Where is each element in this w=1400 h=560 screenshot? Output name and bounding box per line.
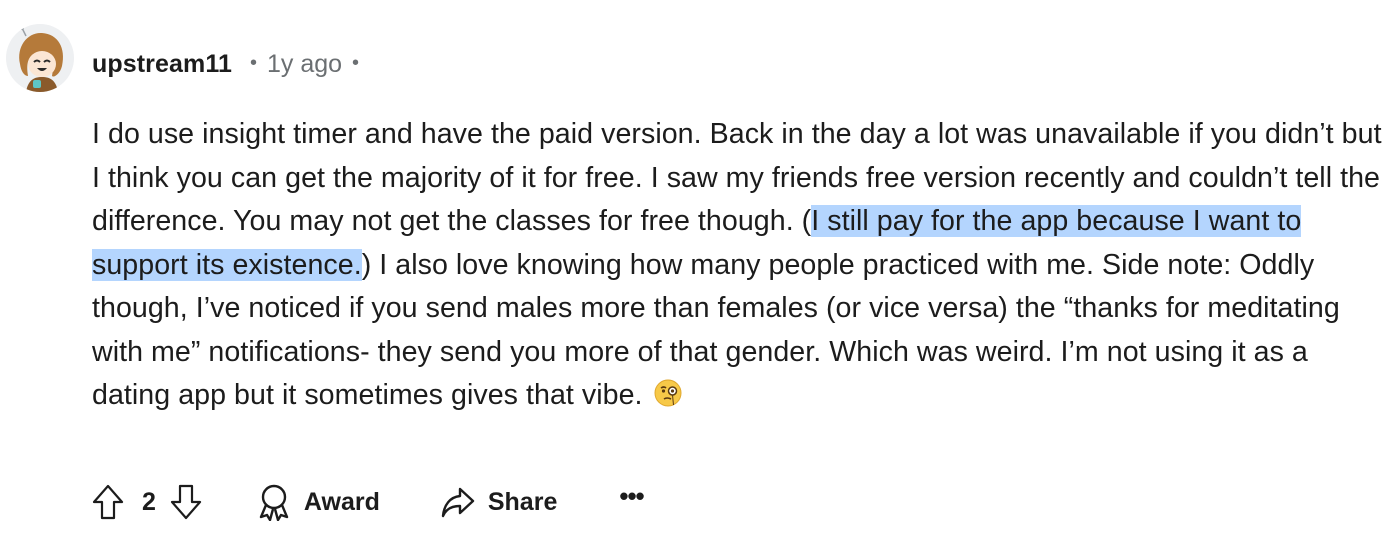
avatar-illustration [6, 24, 74, 92]
share-arrow-icon [440, 485, 476, 519]
comment-body: I do use insight timer and have the paid… [92, 113, 1387, 418]
award-ribbon-icon [256, 483, 292, 521]
share-label: Share [487, 487, 558, 516]
downvote-button[interactable] [168, 482, 204, 522]
comment: upstream11 • 1y ago • I do use insight t… [0, 0, 1400, 560]
face-with-monocle-emoji-icon [653, 378, 683, 408]
vote-score: 2 [142, 487, 156, 516]
upvote-button[interactable] [90, 482, 126, 522]
comment-header: upstream11 • 1y ago • [92, 44, 359, 84]
more-options-button[interactable]: ••• [619, 481, 644, 512]
share-button[interactable]: Share [440, 485, 557, 519]
award-label: Award [303, 487, 380, 516]
arrow-up-outline-icon [92, 484, 124, 520]
meta-separator-trailing: • [352, 51, 360, 74]
comment-actions: 2 Award Share ••• [90, 478, 645, 526]
avatar[interactable] [6, 24, 74, 92]
arrow-down-outline-icon [170, 484, 202, 520]
award-button[interactable]: Award [256, 483, 380, 521]
meta-separator: • [249, 51, 257, 74]
username-link[interactable]: upstream11 [92, 50, 232, 79]
timestamp[interactable]: 1y ago [267, 50, 342, 79]
